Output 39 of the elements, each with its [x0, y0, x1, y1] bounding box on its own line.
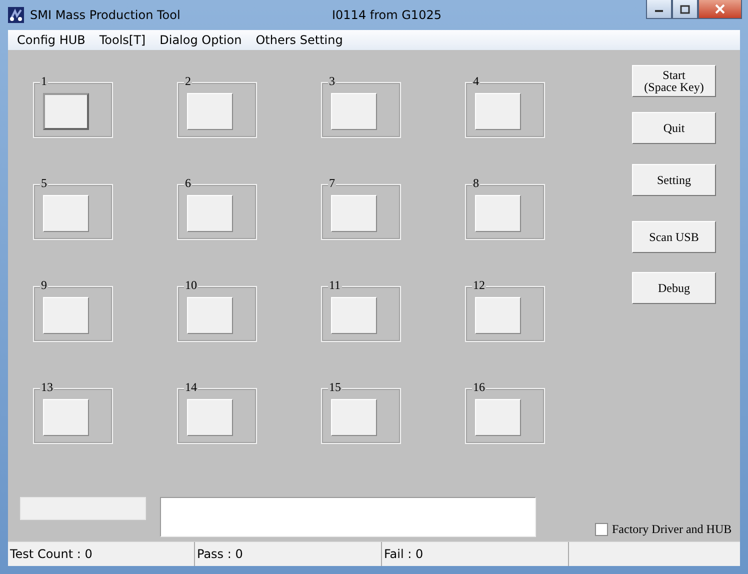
menu-item[interactable]: Others Setting — [248, 33, 350, 47]
status-field: Fail : 0 — [382, 542, 569, 566]
checkbox[interactable] — [595, 523, 608, 536]
port-number: 14 — [184, 381, 198, 394]
status-field: Pass : 0 — [195, 542, 382, 566]
port-number: 9 — [40, 279, 48, 292]
port-number: 11 — [328, 279, 342, 292]
port-number: 7 — [328, 177, 336, 190]
menu-item[interactable]: Tools[T] — [92, 33, 153, 47]
port-number: 16 — [472, 381, 486, 394]
port-number: 12 — [472, 279, 486, 292]
action-button[interactable]: Debug — [632, 272, 716, 304]
maximize-icon — [680, 4, 690, 14]
maximize-button[interactable] — [672, 0, 698, 19]
window-title: SMI Mass Production Tool — [30, 8, 182, 22]
action-button[interactable]: Quit — [632, 112, 716, 144]
port-number: 15 — [328, 381, 342, 394]
action-button[interactable]: Start (Space Key) — [632, 65, 716, 97]
minimize-button[interactable] — [646, 0, 672, 19]
port-number: 13 — [40, 381, 54, 394]
port-number: 10 — [184, 279, 198, 292]
close-button[interactable] — [698, 0, 742, 19]
app-icon — [8, 7, 24, 23]
port-number: 3 — [328, 75, 336, 88]
close-icon — [715, 4, 725, 14]
port-number: 2 — [184, 75, 192, 88]
port-number: 6 — [184, 177, 192, 190]
port-number: 1 — [40, 75, 48, 88]
checkbox-label: Factory Driver and HUB — [612, 522, 732, 537]
action-button[interactable]: Setting — [632, 164, 716, 196]
port-number: 8 — [472, 177, 480, 190]
status-field: Test Count : 0 — [8, 542, 195, 566]
action-button[interactable]: Scan USB — [632, 221, 716, 253]
menu-item[interactable]: Dialog Option — [152, 33, 249, 47]
port-number: 4 — [472, 75, 480, 88]
port-button[interactable] — [43, 93, 89, 130]
window-subtitle: I0114 from G1025 — [332, 8, 442, 22]
menu-item[interactable]: Config HUB — [10, 33, 92, 47]
port-number: 5 — [40, 177, 48, 190]
